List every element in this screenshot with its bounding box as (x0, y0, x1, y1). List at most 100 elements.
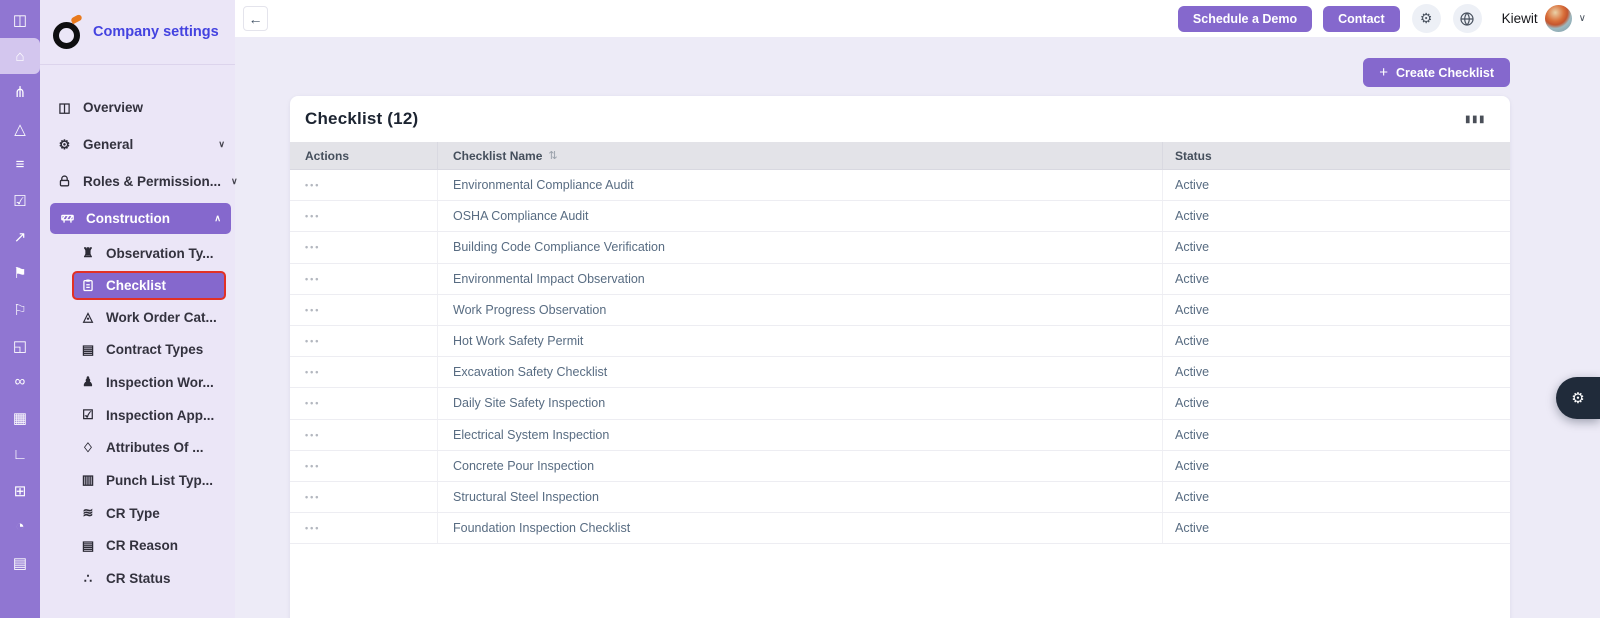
status-text: Active (1162, 325, 1510, 357)
hierarchy-icon: △ (14, 120, 26, 138)
row-actions-button[interactable]: ••• (305, 305, 320, 315)
sidebar-subitem-work-order-cat[interactable]: ◬ Work Order Cat... (40, 301, 235, 334)
row-actions-button[interactable]: ••• (305, 211, 320, 221)
rail-item-timer[interactable]: ◔ (0, 509, 40, 545)
row-actions-button[interactable]: ••• (305, 274, 320, 284)
checklist-name-link[interactable]: Building Code Compliance Verification (437, 232, 1162, 263)
tag-icon: ♢ (82, 439, 94, 455)
rail-item-tasks[interactable]: ☑ (0, 183, 40, 219)
language-button[interactable] (1452, 4, 1482, 33)
logo-ring-icon (53, 22, 80, 49)
rail-item-hierarchy[interactable]: △ (0, 111, 40, 147)
rail-item-document[interactable]: ▤ (0, 545, 40, 581)
doc-lines-icon: ▤ (81, 537, 95, 553)
rail-item-calendar[interactable]: ⊞ (0, 472, 40, 508)
checklist-name-link[interactable]: Hot Work Safety Permit (437, 325, 1162, 357)
checklist-name-link[interactable]: Work Progress Observation (437, 294, 1162, 325)
checklist-name-link[interactable]: Foundation Inspection Checklist (437, 513, 1162, 544)
back-button[interactable]: ← (243, 6, 268, 31)
row-actions-button[interactable]: ••• (305, 523, 320, 533)
sidebar-item-roles-permission[interactable]: Roles & Permission... ∨ (40, 163, 238, 200)
chevron-up-icon: ∧ (214, 213, 221, 223)
row-actions-cell: ••• (290, 482, 437, 512)
checklist-name-link[interactable]: Electrical System Inspection (437, 419, 1162, 450)
rail-item-home[interactable]: ⌂ (0, 38, 40, 75)
create-checklist-button[interactable]: + Create Checklist (1363, 58, 1510, 87)
row-actions-button[interactable]: ••• (305, 180, 320, 190)
chart-levels-icon: ∟ (12, 445, 28, 463)
checklist-name-link[interactable]: Excavation Safety Checklist (437, 357, 1162, 388)
sidebar-subitem-contract-types[interactable]: ▤ Contract Types (40, 333, 235, 366)
status-text: Active (1162, 481, 1510, 513)
page-title: Company settings (93, 24, 219, 40)
gear-icon: ⚙ (1571, 390, 1585, 407)
sidebar-subitem-checklist[interactable]: Checklist (72, 270, 226, 300)
topbar: ← Schedule a Demo Contact ⚙ Kiewit ∨ (235, 0, 1600, 37)
gear-icon: ⚙ (58, 136, 71, 152)
user-name: Kiewit (1501, 11, 1538, 26)
status-text: Active (1162, 232, 1510, 263)
sidebar-subitem-label: Inspection Wor... (106, 374, 214, 390)
sidebar-subitem-punch-list-typ[interactable]: ▥ Punch List Typ... (40, 464, 235, 497)
sidebar-subitem-label: Inspection App... (106, 407, 215, 423)
sidebar-item-construction[interactable]: Construction ∧ (50, 203, 231, 234)
chevron-down-icon: ∨ (231, 176, 238, 186)
table-row: ••• Concrete Pour Inspection Active (290, 450, 1510, 482)
checklist-name-link[interactable]: Environmental Compliance Audit (437, 170, 1162, 201)
checklist-name-link[interactable]: Daily Site Safety Inspection (437, 388, 1162, 419)
sidebar-subitem-cr-type[interactable]: ≋ CR Type (40, 497, 235, 530)
row-actions-cell: ••• (290, 513, 437, 543)
rail-item-levels[interactable]: ∟ (0, 436, 40, 472)
topbar-actions: Schedule a Demo Contact ⚙ Kiewit ∨ (1167, 4, 1586, 33)
rail-item-building[interactable]: ▦ (0, 400, 40, 436)
row-actions-button[interactable]: ••• (305, 367, 320, 377)
row-actions-button[interactable]: ••• (305, 336, 320, 346)
overview-grid-icon: ◫ (58, 99, 71, 115)
sidebar-subitem-inspection-app[interactable]: ☑ Inspection App... (40, 399, 235, 432)
rail-item-binoculars[interactable]: ∞ (0, 364, 40, 400)
table-body: ••• Environmental Compliance Audit Active •… (290, 170, 1510, 545)
row-actions-button[interactable]: ••• (305, 492, 320, 502)
row-actions-button[interactable]: ••• (305, 461, 320, 471)
table-header: Actions Checklist Name ⇅ Status (290, 142, 1510, 170)
rail-item-list[interactable]: ≡ (0, 147, 40, 183)
checklist-name-link[interactable]: Environmental Impact Observation (437, 263, 1162, 294)
row-actions-cell: ••• (290, 295, 437, 325)
row-actions-cell: ••• (290, 451, 437, 481)
row-actions-cell: ••• (290, 326, 437, 356)
column-settings-button[interactable]: ▮▮▮ (1465, 114, 1486, 125)
contact-button[interactable]: Contact (1323, 5, 1400, 32)
sidebar-subitem-observation-ty[interactable]: ♜ Observation Ty... (40, 237, 235, 270)
rail-item-screen[interactable]: ◱ (0, 328, 40, 364)
sidebar-item-overview[interactable]: ◫ Overview (40, 89, 235, 126)
rail-item-flag[interactable]: ⚑ (0, 255, 40, 291)
sidebar-subitem-inspection-wor[interactable]: ♟ Inspection Wor... (40, 366, 235, 399)
sort-icon[interactable]: ⇅ (548, 149, 557, 162)
checklist-name-link[interactable]: OSHA Compliance Audit (437, 201, 1162, 232)
table-row: ••• Building Code Compliance Verification… (290, 232, 1510, 264)
table-row: ••• Environmental Compliance Audit Active (290, 170, 1510, 202)
floating-settings-button[interactable]: ⚙ (1556, 377, 1600, 419)
settings-button[interactable]: ⚙ (1411, 4, 1441, 33)
sidebar-subitem-cr-status[interactable]: ∴ CR Status (40, 562, 235, 595)
row-actions-button[interactable]: ••• (305, 430, 320, 440)
table-row: ••• Work Progress Observation Active (290, 294, 1510, 326)
row-actions-button[interactable]: ••• (305, 242, 320, 252)
user-menu[interactable]: Kiewit ∨ (1502, 5, 1586, 32)
sidebar-subitem-cr-reason[interactable]: ▤ CR Reason (40, 530, 235, 563)
sidebar-item-label: Roles & Permission... (83, 174, 222, 189)
sidebar-item-general[interactable]: ⚙ General ∨ (40, 126, 235, 163)
schedule-demo-button[interactable]: Schedule a Demo (1177, 5, 1313, 32)
avatar (1544, 5, 1572, 32)
column-header-checklist-name[interactable]: Checklist Name ⇅ (437, 142, 1162, 169)
checklist-name-link[interactable]: Concrete Pour Inspection (437, 450, 1162, 481)
rail-item-signpost[interactable]: ⚐ (0, 292, 40, 328)
table-row: ••• OSHA Compliance Audit Active (290, 201, 1510, 233)
row-actions-button[interactable]: ••• (305, 398, 320, 408)
signpost-icon: ⚐ (13, 301, 27, 319)
checklist-name-link[interactable]: Structural Steel Inspection (437, 481, 1162, 513)
rail-item-analytics[interactable]: ↗ (0, 219, 40, 255)
rail-item-antenna[interactable]: ⋔ (0, 74, 40, 110)
rail-item-dashboard[interactable]: ◫ (0, 2, 40, 38)
sidebar-subitem-attributes-of[interactable]: ♢ Attributes Of ... (40, 431, 235, 464)
